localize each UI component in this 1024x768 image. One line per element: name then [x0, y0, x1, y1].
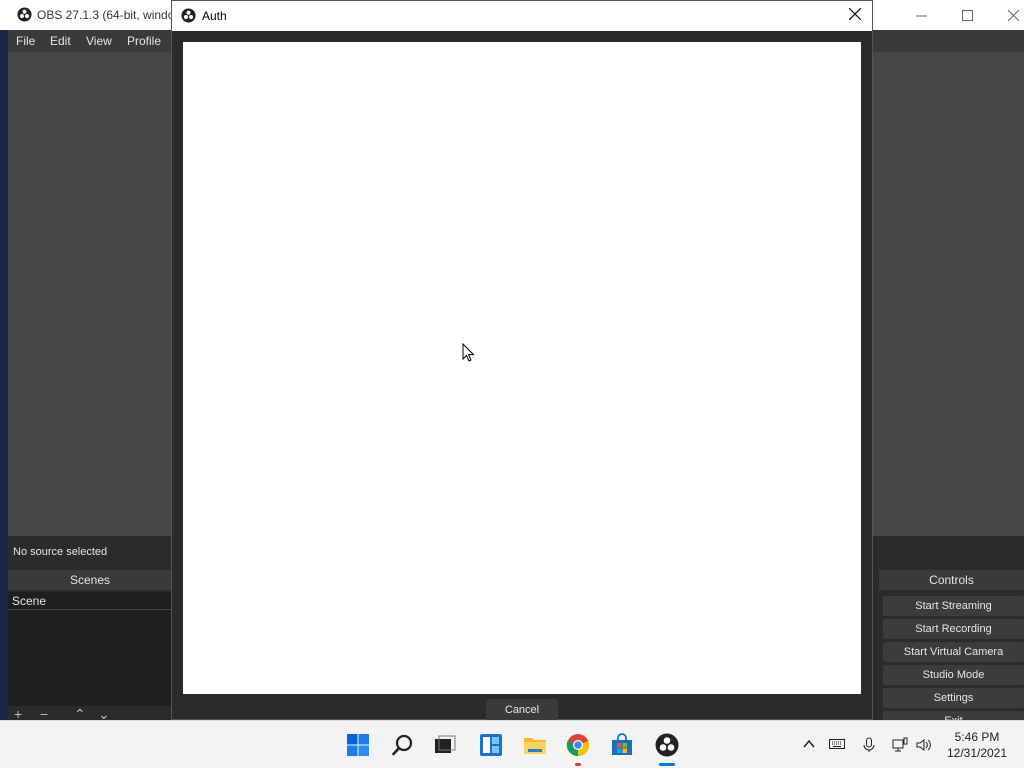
- clock-time: 5:46 PM: [954, 730, 1000, 744]
- studio-mode-button[interactable]: Studio Mode: [883, 665, 1024, 685]
- obs-icon[interactable]: [655, 733, 679, 757]
- maximize-button[interactable]: [944, 0, 990, 30]
- menu-edit[interactable]: Edit: [50, 34, 71, 48]
- auth-dialog-title: Auth: [202, 9, 227, 23]
- start-streaming-button[interactable]: Start Streaming: [883, 596, 1024, 616]
- minimize-icon: [915, 15, 927, 16]
- obs-active-indicator: [659, 763, 675, 766]
- clock-date: 12/31/2021: [946, 746, 1008, 760]
- keyboard-icon-glyph: [829, 739, 845, 749]
- microphone-icon[interactable]: [861, 737, 877, 753]
- menu-view[interactable]: View: [86, 34, 112, 48]
- volume-icon[interactable]: [916, 737, 932, 753]
- mouse-cursor-icon: [462, 343, 475, 362]
- controls-dock: Controls Start Streaming Start Recording…: [879, 570, 1024, 720]
- obs-logo-icon: [181, 8, 196, 23]
- menu-profile[interactable]: Profile: [127, 34, 161, 48]
- close-button[interactable]: [990, 0, 1024, 30]
- task-view-icon[interactable]: [433, 733, 457, 757]
- search-icon[interactable]: [391, 733, 415, 757]
- taskbar: 5:46 PM 12/31/2021: [0, 720, 1024, 768]
- start-icon[interactable]: [346, 733, 370, 757]
- start-virtual-camera-button[interactable]: Start Virtual Camera: [883, 642, 1024, 662]
- maximize-icon: [961, 9, 973, 21]
- scene-list-item[interactable]: Scene: [8, 592, 172, 610]
- scene-toolbar: + − ⌃ ⌄: [8, 706, 172, 722]
- chrome-running-indicator: [575, 763, 581, 766]
- settings-button[interactable]: Settings: [883, 688, 1024, 708]
- widgets-icon[interactable]: [479, 733, 503, 757]
- cancel-button[interactable]: Cancel: [486, 699, 558, 721]
- obs-logo-icon: [17, 7, 32, 22]
- scenes-dock: Scenes Scene + − ⌃ ⌄: [8, 570, 172, 722]
- store-icon[interactable]: [610, 733, 634, 757]
- microphone-icon-glyph: [863, 737, 875, 752]
- scenes-header-label: Scenes: [69, 573, 111, 587]
- auth-titlebar: Auth: [172, 1, 872, 31]
- system-clock[interactable]: 5:46 PM 12/31/2021: [940, 729, 1014, 761]
- auth-close-button[interactable]: [846, 7, 864, 25]
- network-icon[interactable]: [892, 737, 908, 753]
- scenes-header: Scenes: [8, 570, 172, 590]
- obs-window-title: OBS 27.1.3 (64-bit, windo: [37, 8, 175, 22]
- file-explorer-icon[interactable]: [523, 733, 547, 757]
- network-icon-glyph: [892, 737, 908, 752]
- volume-icon-glyph: [916, 739, 931, 751]
- minimize-button[interactable]: [898, 0, 944, 30]
- auth-web-view[interactable]: [183, 42, 861, 694]
- close-icon: [848, 7, 862, 21]
- chrome-icon[interactable]: [566, 733, 590, 757]
- chevron-up-icon[interactable]: [801, 737, 817, 753]
- no-source-label: No source selected: [13, 546, 108, 558]
- controls-header: Controls: [879, 570, 1024, 590]
- auth-dialog: Auth Cancel: [171, 0, 873, 721]
- controls-header-label: Controls: [929, 573, 974, 587]
- scene-list[interactable]: [8, 610, 172, 706]
- desktop-background: [0, 30, 8, 720]
- exit-button[interactable]: Exit: [883, 711, 1024, 720]
- keyboard-icon[interactable]: [829, 737, 845, 753]
- close-icon: [1007, 9, 1019, 21]
- start-recording-button[interactable]: Start Recording: [883, 619, 1024, 639]
- chevron-up-icon-glyph: [803, 739, 815, 748]
- menu-file[interactable]: File: [16, 34, 35, 48]
